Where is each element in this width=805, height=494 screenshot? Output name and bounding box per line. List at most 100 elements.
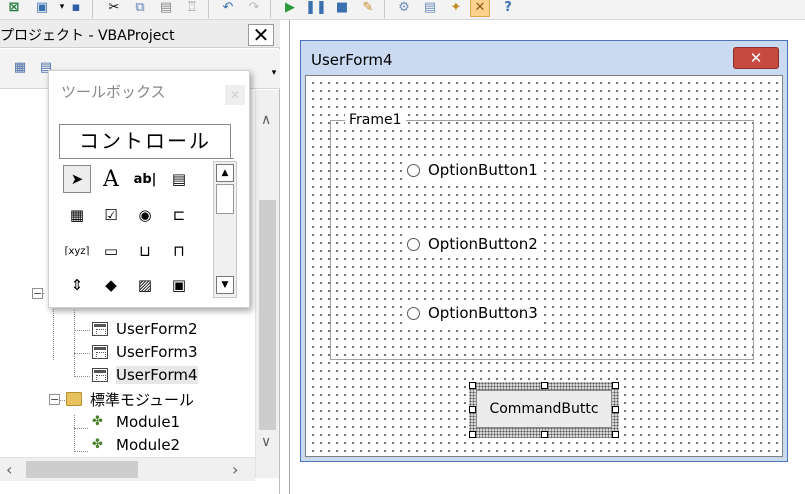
resize-handle[interactable] [541,431,548,438]
userform-close-button[interactable]: ✕ [733,47,779,69]
properties-icon[interactable]: ▤ [420,0,440,17]
radio-icon [407,163,420,177]
chevron-down-icon[interactable]: ∨ [261,434,271,450]
userform-title: UserForm4 [311,51,393,69]
option-button-label: OptionButton3 [428,304,538,322]
scroll-up-arrow-icon[interactable]: ▲ [216,164,234,182]
image-icon[interactable]: ▨ [131,271,159,299]
toolbox-scrollbar[interactable]: ▲ ▼ [213,161,237,298]
scrollbar-icon[interactable]: ⇕ [63,271,91,299]
toolbar-separator [384,0,385,18]
multipage-icon[interactable]: ⊓ [165,237,193,265]
resize-handle[interactable] [612,431,619,438]
chevron-left-icon[interactable]: ‹ [6,460,12,479]
toolbar-separator [270,0,271,18]
project-explorer-title: プロジェクト - VBAProject [0,28,175,44]
standard-toolbar: ⊠ ▣ ▾ ▪ ✂ ⧉ ▤ ♖ ↶ ↷ ▶ ❚❚ ■ ✎ ⚙ ▤ ✦ ✕ ? [0,0,805,20]
toolbar-separator [208,0,209,18]
break-icon[interactable]: ❚❚ [305,0,327,17]
toolbar-separator [92,0,93,18]
frame-control[interactable]: Frame1 OptionButton1 OptionButton2 Optio… [330,112,754,360]
togglebutton-icon[interactable]: ⊏ [165,201,193,229]
listbox-icon[interactable]: ▦ [63,201,91,229]
resize-handle[interactable] [469,431,476,438]
insert-icon[interactable]: ▣ [32,0,52,17]
tree-item-module2[interactable]: ✤ Module2 [92,434,180,455]
resize-handle[interactable] [612,382,619,389]
userform-icon [92,322,108,336]
run-icon[interactable]: ▶ [280,0,300,17]
chevron-up-icon[interactable]: ∧ [261,112,271,128]
project-explorer-close-button[interactable]: ✕ [248,24,274,46]
module-icon: ✤ [92,437,103,452]
tree-line [74,330,90,331]
tree-line [74,428,88,429]
paste-icon[interactable]: ▤ [156,0,176,17]
reset-icon[interactable]: ■ [332,0,352,17]
object-browser-icon[interactable]: ✦ [446,0,466,17]
tree-item-modules-folder[interactable]: 標準モジュール [66,388,194,410]
toolbox-icon[interactable]: ✕ [470,0,490,17]
scrollbar-thumb[interactable] [216,184,234,214]
userform-client-area[interactable]: Frame1 OptionButton1 OptionButton2 Optio… [305,75,783,457]
checkbox-icon[interactable]: ☑ [97,201,125,229]
command-button-selection[interactable]: CommandButtc [469,382,619,438]
commandbutton-icon[interactable]: ▭ [97,237,125,265]
tree-line [74,451,88,452]
tab-controls[interactable]: コントロール [59,124,231,158]
resize-handle[interactable] [541,382,548,389]
view-code-icon[interactable]: ▦ [10,57,30,77]
resize-handle[interactable] [469,406,476,413]
tree-vertical-scrollbar[interactable]: ∧ ∨ [255,90,279,478]
tree-item-userform3[interactable]: UserForm3 [92,341,198,363]
tree-line [74,310,75,377]
save-icon[interactable]: ▪ [66,0,86,17]
excel-icon[interactable]: ⊠ [4,0,24,17]
frame-icon[interactable]: ⌈xyz⌉ [63,237,91,265]
option-button-2[interactable]: OptionButton2 [407,233,542,255]
scroll-down-arrow-icon[interactable]: ▼ [216,276,234,294]
tree-expander[interactable]: − [32,288,43,299]
command-button[interactable]: CommandButtc [476,390,612,428]
optionbutton-icon[interactable]: ◉ [131,201,159,229]
chevron-down-icon[interactable]: ▾ [264,63,284,83]
tree-expander[interactable]: − [49,394,60,405]
find-icon[interactable]: ♖ [182,0,202,17]
design-mode-icon[interactable]: ✎ [358,0,378,17]
undo-icon[interactable]: ↶ [218,0,238,17]
userform-window[interactable]: UserForm4 ✕ Frame1 OptionButton1 OptionB… [300,40,788,462]
radio-icon [407,237,420,251]
cut-icon[interactable]: ✂ [104,0,124,17]
folder-icon [66,392,82,406]
radio-icon [407,306,420,320]
userform-icon [92,345,108,359]
combobox-icon[interactable]: ▤ [165,165,193,193]
tree-item-userform4[interactable]: UserForm4 [92,364,198,386]
resize-handle[interactable] [469,382,476,389]
copy-icon[interactable]: ⧉ [130,0,150,17]
help-icon[interactable]: ? [498,0,518,17]
tree-horizontal-scrollbar[interactable]: ‹ › [0,457,255,481]
pointer-icon[interactable]: ➤ [63,165,91,193]
userform-icon [92,368,108,382]
textbox-icon[interactable]: ab| [131,165,159,193]
option-button-3[interactable]: OptionButton3 [407,302,542,324]
tabstrip-icon[interactable]: ⊔ [131,237,159,265]
scrollbar-thumb[interactable] [26,461,138,478]
chevron-right-icon[interactable]: › [232,460,238,479]
toolbox-window: ツールボックス ✕ コントロール ➤ A ab| ▤ ▦ ☑ ◉ ⊏ ⌈xyz⌉… [48,70,250,308]
tree-item-userform2[interactable]: UserForm2 [92,318,198,340]
tree-item-module1[interactable]: ✤ Module1 [92,411,180,433]
scrollbar-thumb[interactable] [259,200,276,430]
label-icon[interactable]: A [97,165,125,193]
toolbox-controls-grid: ➤ A ab| ▤ ▦ ☑ ◉ ⊏ ⌈xyz⌉ ▭ ⊔ ⊓ ⇕ ◆ ▨ ▣ [59,158,234,298]
tree-line [74,376,90,377]
toolbox-close-button[interactable]: ✕ [225,85,245,105]
refedit-icon[interactable]: ▣ [165,271,193,299]
redo-icon[interactable]: ↷ [244,0,264,17]
option-button-label: OptionButton2 [428,235,538,253]
option-button-1[interactable]: OptionButton1 [407,159,542,181]
resize-handle[interactable] [612,406,619,413]
project-explorer-icon[interactable]: ⚙ [394,0,414,17]
spinbutton-icon[interactable]: ◆ [97,271,125,299]
